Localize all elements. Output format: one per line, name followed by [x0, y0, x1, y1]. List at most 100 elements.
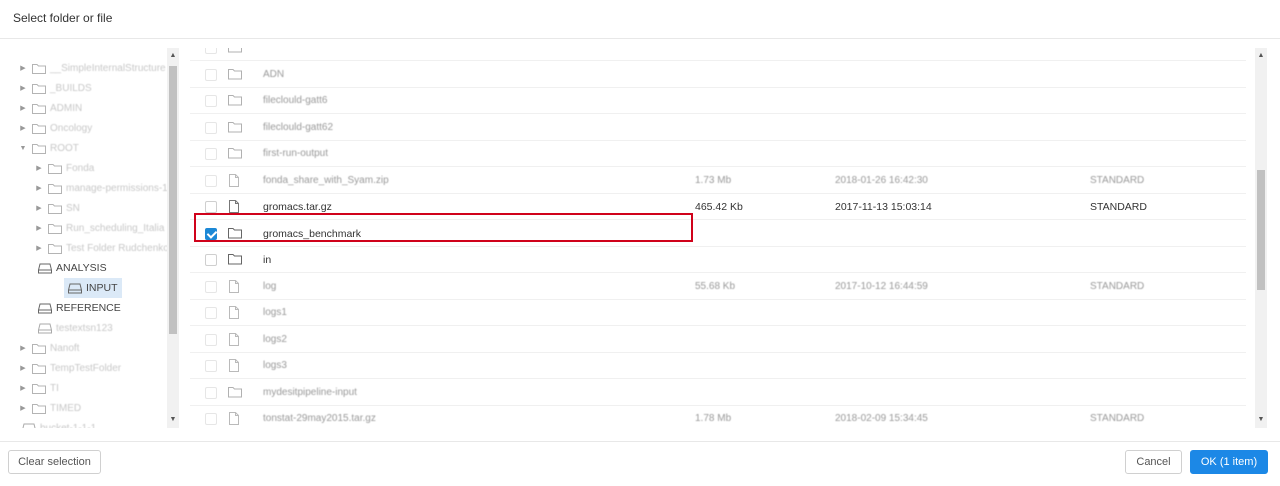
cancel-button[interactable]: Cancel	[1125, 450, 1182, 474]
row-checkbox[interactable]	[205, 201, 217, 213]
tree-item[interactable]: ▶ Fonda	[34, 158, 94, 178]
file-row[interactable]: fileclould-gatt6	[190, 88, 1246, 114]
storage-icon	[38, 303, 52, 314]
tree-item-label: REFERENCE	[56, 302, 121, 314]
tree-item[interactable]: ▶ TI	[18, 378, 59, 398]
row-checkbox[interactable]	[205, 254, 217, 266]
tree-item[interactable]: ▶ ADMIN	[18, 98, 82, 118]
expand-caret-right-icon[interactable]: ▶	[34, 204, 44, 212]
tree-item[interactable]: ▶ TIMED	[18, 398, 81, 418]
tree-item-label: ROOT	[50, 142, 79, 154]
row-checkbox[interactable]	[205, 174, 217, 187]
expand-caret-right-icon[interactable]: ▶	[18, 384, 28, 392]
row-checkbox[interactable]	[205, 48, 217, 54]
ok-button[interactable]: OK (1 item)	[1190, 450, 1268, 474]
file-name[interactable]: fonda_share_with_Syam.zip	[263, 175, 389, 186]
row-checkbox[interactable]	[205, 413, 217, 425]
file-name[interactable]: logs3	[263, 360, 287, 371]
row-checkbox[interactable]	[205, 280, 217, 293]
expand-caret-down-icon[interactable]: ▼	[18, 145, 28, 152]
file-row[interactable]: fileclould-gatt62	[190, 115, 1246, 141]
expand-caret-right-icon[interactable]: ▶	[18, 84, 28, 92]
tree-item[interactable]: ▶ manage-permissions-1	[34, 178, 168, 198]
file-name[interactable]: logs1	[263, 307, 287, 318]
file-name[interactable]: first-run-output	[263, 148, 328, 159]
file-row[interactable]: logs2	[190, 327, 1246, 353]
file-row[interactable]	[190, 48, 1246, 61]
tree-item[interactable]: ▶ _BUILDS	[18, 78, 92, 98]
tree-scrollbar-thumb[interactable]	[169, 66, 177, 334]
tree-item[interactable]: ▶ Test Folder Rudchenko	[34, 238, 169, 258]
folder-icon	[228, 253, 242, 266]
file-row[interactable]: logs3	[190, 353, 1246, 379]
tree-item[interactable]: ▶ TempTestFolder	[18, 358, 121, 378]
file-row[interactable]: logs1	[190, 300, 1246, 326]
file-list-scrollbar-thumb[interactable]	[1257, 170, 1265, 290]
row-checkbox[interactable]	[205, 148, 217, 160]
tree-item[interactable]: bucket-1-1-1	[18, 418, 96, 428]
file-row[interactable]: ADN	[190, 62, 1246, 88]
file-name[interactable]: fileclould-gatt62	[263, 122, 333, 133]
scroll-up-arrow-icon[interactable]: ▲	[1255, 50, 1267, 62]
tree-scrollbar[interactable]: ▲ ▼	[167, 48, 179, 428]
row-checkbox[interactable]	[205, 95, 217, 107]
folder-icon	[32, 403, 46, 414]
expand-caret-right-icon[interactable]: ▶	[18, 364, 28, 372]
file-row[interactable]: log 55.68 Kb 2017-10-12 16:44:59 STANDARD	[190, 274, 1246, 300]
tree-item[interactable]: ▼ ROOT	[18, 138, 79, 158]
scroll-up-arrow-icon[interactable]: ▲	[167, 50, 179, 62]
expand-caret-right-icon[interactable]: ▶	[34, 244, 44, 252]
folder-icon	[48, 163, 62, 174]
file-name[interactable]: ADN	[263, 69, 284, 80]
storage-class: STANDARD	[1090, 413, 1145, 424]
file-row[interactable]: fonda_share_with_Syam.zip 1.73 Mb 2018-01-…	[190, 168, 1246, 194]
tree-item-label: Oncology	[50, 122, 93, 134]
row-checkbox[interactable]	[205, 386, 217, 399]
row-checkbox[interactable]	[205, 333, 217, 346]
file-row[interactable]: tonstat-29may2015.tar.gz 1.78 Mb 2018-02-0…	[190, 406, 1246, 428]
tree-item[interactable]: ▶ SN	[34, 198, 80, 218]
file-name[interactable]: fileclould-gatt6	[263, 95, 327, 106]
file-name[interactable]: logs2	[263, 334, 287, 345]
file-row[interactable]: in	[190, 247, 1246, 273]
expand-caret-right-icon[interactable]: ▶	[18, 104, 28, 112]
file-name[interactable]: gromacs.tar.gz	[263, 201, 332, 213]
file-name[interactable]: mydesitpipeline-input	[263, 387, 357, 398]
expand-caret-right-icon[interactable]: ▶	[18, 404, 28, 412]
clear-selection-button[interactable]: Clear selection	[8, 450, 101, 474]
folder-icon	[228, 68, 242, 81]
tree-item-label: Fonda	[66, 162, 95, 174]
tree-item[interactable]: testextsn123	[34, 318, 113, 338]
expand-caret-right-icon[interactable]: ▶	[34, 184, 44, 192]
file-row[interactable]: first-run-output	[190, 141, 1246, 167]
expand-caret-right-icon[interactable]: ▶	[18, 124, 28, 132]
file-list-scrollbar[interactable]: ▲ ▼	[1255, 48, 1267, 428]
tree-item[interactable]: ▶ Run_scheduling_Italia	[34, 218, 164, 238]
storage-class: STANDARD	[1090, 174, 1145, 186]
storage-icon	[38, 263, 52, 274]
tree-item[interactable]: ▶ Nanoft	[18, 338, 79, 358]
folder-icon	[32, 363, 46, 374]
tree-item[interactable]: ANALYSIS	[34, 258, 107, 278]
tree-item[interactable]: REFERENCE	[34, 298, 121, 318]
tree-item[interactable]: ▶ Oncology	[18, 118, 92, 138]
tree-item[interactable]: ▶ __SimpleInternalStructure	[18, 58, 166, 78]
file-row[interactable]: mydesitpipeline-input	[190, 380, 1246, 406]
file-name[interactable]: in	[263, 254, 271, 266]
tree-item-label: INPUT	[86, 282, 118, 294]
expand-caret-right-icon[interactable]: ▶	[34, 224, 44, 232]
row-checkbox[interactable]	[205, 360, 217, 372]
file-name[interactable]: tonstat-29may2015.tar.gz	[263, 413, 376, 424]
scroll-down-arrow-icon[interactable]: ▼	[167, 414, 179, 426]
row-checkbox[interactable]	[205, 68, 217, 81]
file-icon	[228, 306, 242, 319]
row-checkbox[interactable]	[205, 121, 217, 134]
expand-caret-right-icon[interactable]: ▶	[18, 64, 28, 72]
scroll-down-arrow-icon[interactable]: ▼	[1255, 414, 1267, 426]
expand-caret-right-icon[interactable]: ▶	[18, 344, 28, 352]
row-checkbox[interactable]	[205, 307, 217, 319]
tree-item[interactable]: INPUT	[64, 278, 122, 298]
file-name[interactable]: log	[263, 281, 276, 292]
folder-icon	[32, 123, 46, 134]
expand-caret-right-icon[interactable]: ▶	[34, 164, 44, 172]
